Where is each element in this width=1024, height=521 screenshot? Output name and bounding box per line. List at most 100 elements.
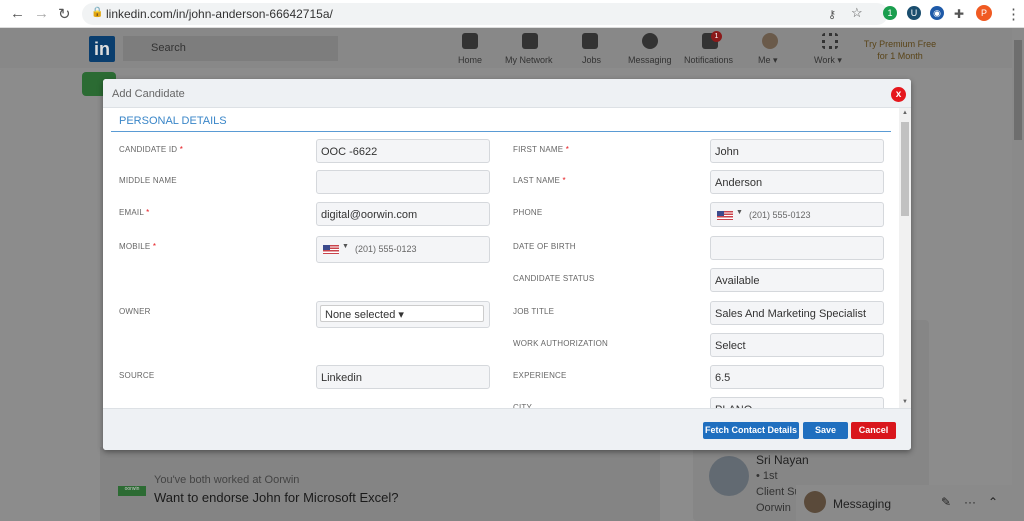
field-value: Sales And Marketing Specialist <box>715 308 867 320</box>
job-title-field[interactable]: Sales And Marketing Specialist <box>710 301 884 325</box>
label-text: PHONE <box>513 208 543 217</box>
modal-header: Add Candidate <box>103 79 911 108</box>
save-button[interactable]: Save <box>803 422 848 439</box>
label-text: EXPERIENCE <box>513 371 567 380</box>
person-degree: • 1st <box>756 470 778 482</box>
mobile-field[interactable]: ▼ (201) 555-0123 <box>316 236 490 263</box>
home-icon[interactable] <box>462 33 478 49</box>
nav-jobs[interactable]: Jobs <box>582 55 601 65</box>
endorse-title[interactable]: Want to endorse John for Microsoft Excel… <box>154 490 398 505</box>
first-name-label: FIRST NAME * <box>513 145 569 154</box>
cancel-button[interactable]: Cancel <box>851 422 896 439</box>
add-candidate-modal: Add Candidate x PERSONAL DETAILS CANDIDA… <box>103 79 911 450</box>
experience-field[interactable]: 6.5 <box>710 365 884 389</box>
nav-me[interactable]: Me ▾ <box>758 55 778 66</box>
nav-home[interactable]: Home <box>458 55 482 65</box>
required-marker: * <box>146 208 150 217</box>
more-icon[interactable]: ··· <box>964 495 976 509</box>
star-icon[interactable]: ☆ <box>851 5 863 21</box>
extension-icon[interactable]: U <box>907 6 921 20</box>
last-name-field[interactable]: Anderson <box>710 170 884 194</box>
back-icon[interactable]: ← <box>10 5 25 22</box>
field-value: 6.5 <box>715 372 731 384</box>
label-text: EMAIL <box>119 208 144 217</box>
browser-toolbar: ← → ↻ 🔒 linkedin.com/in/john-anderson-666… <box>0 0 1024 28</box>
extension-icon[interactable]: ◉ <box>930 6 944 20</box>
field-value: Available <box>715 275 760 287</box>
field-value: Select <box>715 340 746 352</box>
address-bar[interactable]: 🔒 linkedin.com/in/john-anderson-66642715a… <box>82 3 888 25</box>
job-title-label: JOB TITLE <box>513 307 554 316</box>
key-icon[interactable]: ⚷ <box>828 8 836 21</box>
nav-notifications[interactable]: Notifications <box>684 55 733 65</box>
middle-name-label: MIDDLE NAME <box>119 176 177 185</box>
us-flag-icon[interactable] <box>717 211 733 220</box>
required-marker: * <box>179 145 184 154</box>
search-input[interactable]: Search <box>123 36 338 61</box>
messaging-icon[interactable] <box>642 33 658 49</box>
owner-dropdown[interactable]: None selected ▾ <box>320 305 484 322</box>
label-text: MIDDLE NAME <box>119 176 177 185</box>
section-title: PERSONAL DETAILS <box>111 115 891 132</box>
required-marker: * <box>152 242 157 251</box>
work-authorization-field[interactable]: Select <box>710 333 884 357</box>
field-value: digital@oorwin.com <box>321 209 418 221</box>
date-of-birth-label: DATE OF BIRTH <box>513 242 576 251</box>
compose-icon[interactable]: ✎ <box>941 495 951 509</box>
date-of-birth-field[interactable] <box>710 236 884 260</box>
profile-avatar[interactable]: P <box>976 5 992 21</box>
source-field[interactable]: Linkedin <box>316 365 490 389</box>
city-field[interactable]: PLANO <box>710 397 884 408</box>
email-field[interactable]: digital@oorwin.com <box>316 202 490 226</box>
phone-value: (201) 555-0123 <box>749 210 811 220</box>
person-company: Oorwin <box>756 502 791 514</box>
us-flag-icon[interactable] <box>323 245 339 254</box>
caret-down-icon[interactable]: ▼ <box>342 243 349 250</box>
middle-name-field[interactable] <box>316 170 490 194</box>
extension-icon[interactable]: 1 <box>883 6 897 20</box>
modal-scrollbar[interactable]: ▲ ▼ <box>899 108 911 408</box>
caret-down-icon[interactable]: ▼ <box>736 209 743 216</box>
candidate-status-label: CANDIDATE STATUS <box>513 274 594 283</box>
nav-work[interactable]: Work ▾ <box>814 55 842 66</box>
candidate-status-field[interactable]: Available <box>710 268 884 292</box>
first-name-field[interactable]: John <box>710 139 884 163</box>
linkedin-logo[interactable]: in <box>89 36 115 62</box>
reload-icon[interactable]: ↻ <box>58 5 71 23</box>
page-scrollbar[interactable] <box>1012 28 1024 521</box>
puzzle-icon[interactable]: ✚ <box>954 7 964 21</box>
premium-link[interactable]: Try Premium Free for 1 Month <box>860 38 940 62</box>
messaging-avatar <box>804 491 826 513</box>
menu-icon[interactable]: ⋮ <box>1006 5 1021 23</box>
fetch-contact-details-button[interactable]: Fetch Contact Details <box>703 422 799 439</box>
candidate-id-field[interactable]: OOC -6622 <box>316 139 490 163</box>
close-icon[interactable]: x <box>891 87 906 102</box>
field-value: Linkedin <box>321 372 362 384</box>
messaging-bar[interactable]: Messaging ✎ ··· ⌃ <box>796 485 1012 521</box>
premium-line2: for 1 Month <box>877 51 923 61</box>
grid-icon[interactable] <box>822 33 838 49</box>
person-title: Client Su <box>756 486 801 498</box>
email-label: EMAIL * <box>119 208 149 217</box>
chevron-up-icon[interactable]: ⌃ <box>988 495 998 509</box>
endorse-card: oorwin You've both worked at Oorwin Want… <box>100 447 660 521</box>
required-marker: * <box>565 145 570 154</box>
jobs-icon[interactable] <box>582 33 598 49</box>
last-name-label: LAST NAME * <box>513 176 566 185</box>
label-text: CANDIDATE ID <box>119 145 178 154</box>
nav-network[interactable]: My Network <box>505 55 553 65</box>
phone-field[interactable]: ▼ (201) 555-0123 <box>710 202 884 227</box>
me-avatar[interactable] <box>762 33 778 49</box>
owner-field[interactable]: None selected ▾ <box>316 301 490 328</box>
network-icon[interactable] <box>522 33 538 49</box>
phone-value: (201) 555-0123 <box>355 244 417 254</box>
endorse-subtitle: You've both worked at Oorwin <box>154 474 300 486</box>
field-value: OOC -6622 <box>321 146 378 158</box>
label-text: FIRST NAME <box>513 145 564 154</box>
company-logo: oorwin <box>118 486 146 496</box>
url-text: linkedin.com/in/john-anderson-66642715a/ <box>106 7 333 21</box>
forward-icon[interactable]: → <box>34 5 49 22</box>
person-name[interactable]: Sri Nayan <box>756 453 809 467</box>
nav-messaging[interactable]: Messaging <box>628 55 672 65</box>
work-authorization-label: WORK AUTHORIZATION <box>513 339 608 348</box>
